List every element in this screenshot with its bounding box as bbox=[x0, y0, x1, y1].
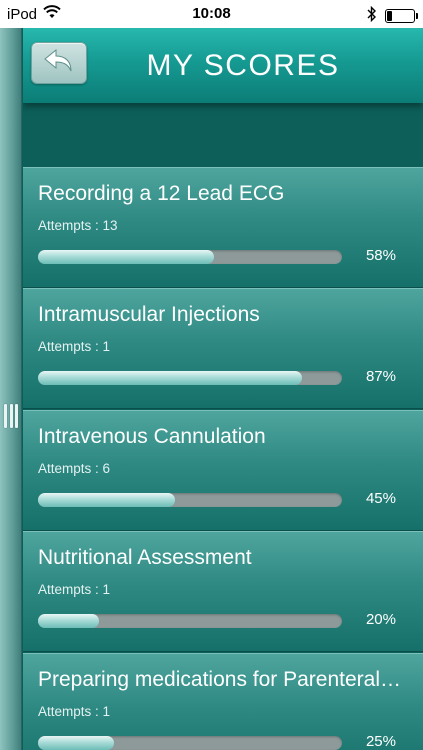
battery-icon bbox=[385, 9, 418, 23]
attempts-text: Attempts : 1 bbox=[38, 582, 110, 597]
module-title: Intravenous Cannulation bbox=[38, 424, 266, 448]
attempts-label: Attempts : bbox=[38, 339, 103, 355]
score-progress-fill bbox=[38, 250, 214, 264]
score-progress-fill bbox=[38, 735, 114, 750]
score-progress-bar bbox=[38, 614, 342, 629]
attempts-label: Attempts : bbox=[38, 460, 103, 476]
score-progress-fill bbox=[38, 371, 302, 386]
score-card[interactable]: Recording a 12 Lead ECG Attempts : 13 58% bbox=[23, 167, 423, 288]
attempts-text: Attempts : 1 bbox=[38, 339, 110, 354]
attempts-text: Attempts : 1 bbox=[38, 704, 110, 719]
score-card[interactable]: Preparing medications for Parenteral Adm… bbox=[23, 652, 423, 750]
status-time: 10:08 bbox=[192, 5, 231, 22]
page-title: MY SCORES bbox=[146, 49, 340, 82]
score-percent: 87% bbox=[365, 368, 396, 386]
score-progress-bar bbox=[38, 250, 342, 264]
score-card[interactable]: Intravenous Cannulation Attempts : 6 45% bbox=[23, 409, 423, 531]
module-title: Intramuscular Injections bbox=[38, 303, 260, 327]
score-percent: 45% bbox=[365, 489, 396, 507]
attempts-text: Attempts : 6 bbox=[38, 461, 110, 476]
attempts-label: Attempts : bbox=[38, 218, 103, 233]
score-percent: 58% bbox=[365, 247, 396, 264]
attempts-label: Attempts : bbox=[38, 582, 103, 598]
score-progress-fill bbox=[38, 492, 175, 507]
drawer-grip-icon[interactable] bbox=[3, 404, 19, 428]
score-progress-fill bbox=[38, 614, 99, 629]
score-progress-bar bbox=[38, 735, 342, 750]
battery-level bbox=[387, 11, 392, 21]
attempts-count: 1 bbox=[102, 339, 111, 355]
score-percent: 25% bbox=[365, 732, 396, 750]
score-progress-bar bbox=[38, 492, 342, 507]
module-title: Recording a 12 Lead ECG bbox=[38, 182, 285, 205]
score-card[interactable]: Intramuscular Injections Attempts : 1 87% bbox=[23, 288, 423, 410]
side-drawer-handle-strip[interactable] bbox=[0, 28, 22, 750]
bluetooth-icon bbox=[367, 5, 377, 26]
score-percent: 20% bbox=[365, 611, 396, 629]
attempts-label: Attempts : bbox=[38, 703, 103, 719]
header-bar: MY SCORES bbox=[23, 28, 423, 103]
attempts-count: 1 bbox=[102, 703, 111, 719]
attempts-count: 6 bbox=[102, 460, 111, 476]
module-title: Nutritional Assessment bbox=[38, 546, 252, 570]
main-content: 0%Recording a 12 Lead ECGAttempts : 1358… bbox=[23, 28, 423, 750]
score-card[interactable]: Nutritional Assessment Attempts : 1 20% bbox=[23, 531, 423, 653]
attempts-count: 13 bbox=[102, 218, 118, 233]
attempts-text: Attempts : 13 bbox=[38, 218, 118, 233]
status-bar: iPod 10:08 bbox=[0, 0, 423, 28]
module-title: Preparing medications for Parenteral Adm… bbox=[38, 667, 403, 691]
status-right bbox=[367, 5, 418, 26]
attempts-count: 1 bbox=[102, 582, 111, 598]
score-progress-bar bbox=[38, 371, 342, 386]
